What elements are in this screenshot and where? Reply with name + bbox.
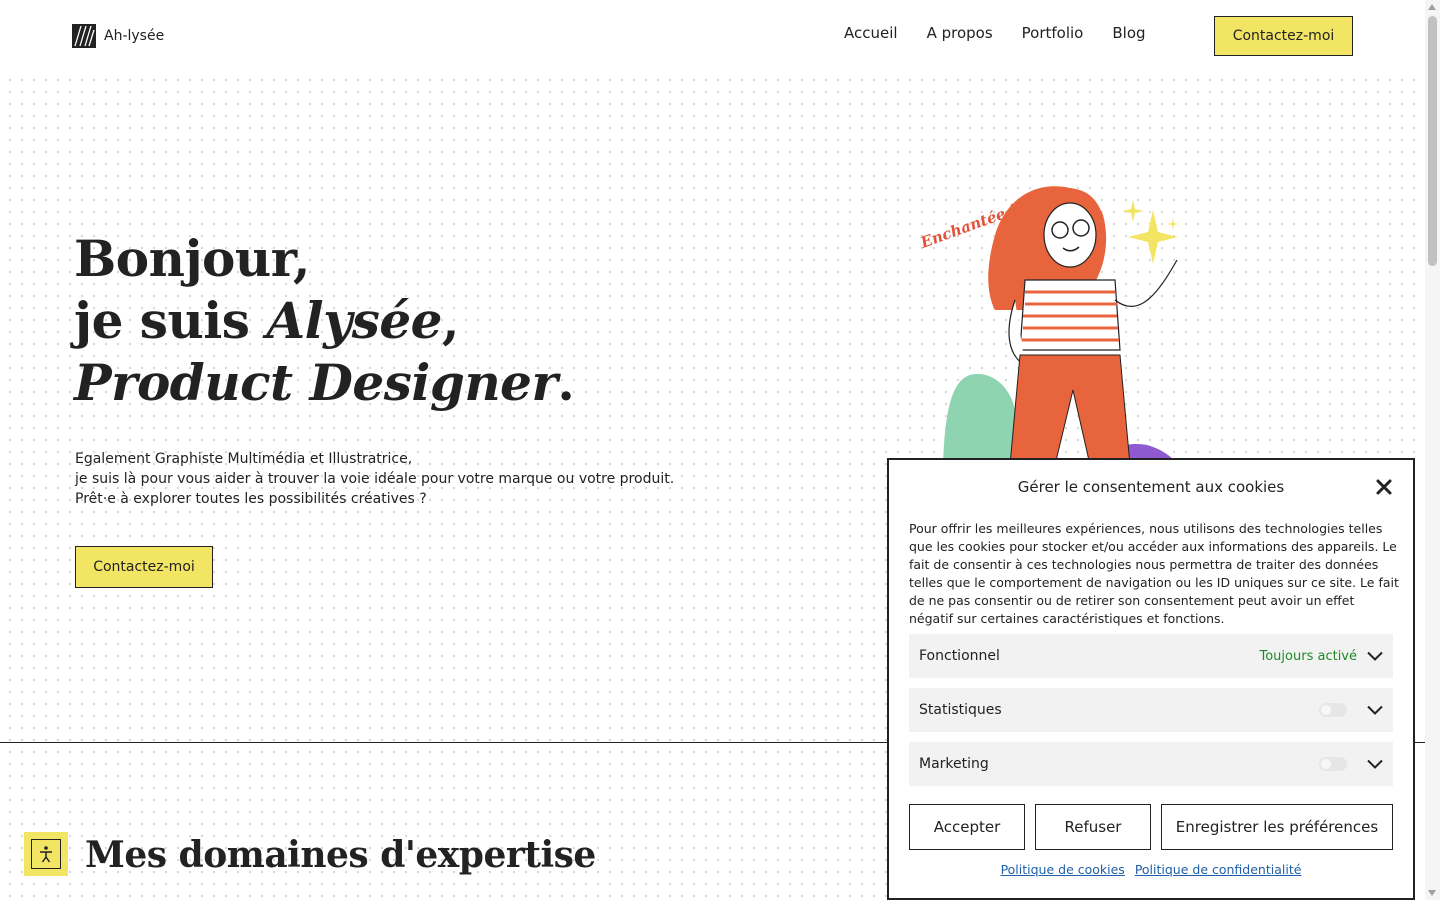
accessibility-icon [31, 839, 61, 869]
expertise-section-title: Mes domaines d'expertise [85, 834, 596, 876]
scroll-thumb[interactable] [1428, 16, 1437, 266]
hero-greeting: Bonjour, [74, 229, 310, 288]
hero-subtitle-line: Prêt·e à explorer toutes les possibilité… [75, 491, 427, 507]
cookie-consent-dialog: Gérer le consentement aux cookies Pour o… [887, 458, 1415, 900]
cookie-category-label: Marketing [919, 756, 989, 772]
cookie-category-label: Fonctionnel [919, 648, 1000, 664]
save-preferences-button[interactable]: Enregistrer les préférences [1161, 804, 1393, 850]
accept-button[interactable]: Accepter [909, 804, 1025, 850]
hero-intro-suffix: , [442, 291, 459, 350]
hero-intro-prefix: je suis [74, 291, 267, 350]
page-scrollbar[interactable] [1425, 0, 1440, 900]
cookie-actions: Accepter Refuser Enregistrer les préfére… [909, 804, 1393, 850]
nav-blog[interactable]: Blog [1112, 24, 1145, 42]
cookie-policy-links: Politique de cookies Politique de confid… [889, 862, 1413, 877]
sparkle-big-icon [1128, 210, 1178, 264]
hero-intro-line: je suis Alysée, [74, 290, 574, 352]
nav-portfolio[interactable]: Portfolio [1022, 24, 1084, 42]
pants-shape [1009, 354, 1131, 465]
sparkle-small-icon [1122, 200, 1144, 222]
close-icon[interactable] [1375, 478, 1393, 496]
right-arm-shape [1114, 259, 1178, 307]
hero-name: Alysée [266, 291, 442, 350]
statistiques-toggle[interactable] [1319, 703, 1347, 717]
chevron-down-icon[interactable] [1367, 759, 1383, 769]
scroll-down-arrow-icon[interactable] [1428, 890, 1436, 896]
marketing-toggle[interactable] [1319, 757, 1347, 771]
sparkle-tiny-icon [1167, 218, 1179, 230]
hero-title: Bonjour, je suis Alysée, Product Designe… [74, 228, 575, 414]
always-active-status: Toujours activé [1259, 648, 1358, 664]
accessibility-button[interactable] [24, 832, 68, 876]
nav-a-propos[interactable]: A propos [927, 24, 993, 42]
chevron-down-icon[interactable] [1367, 651, 1383, 661]
hero-role-suffix: . [557, 353, 575, 412]
site-header: Ah-lysée Accueil A propos Portfolio Blog… [0, 0, 1425, 70]
hero-role: Product Designer [74, 353, 558, 412]
logo-mark-icon [72, 24, 96, 48]
face-shape [1043, 202, 1097, 268]
cookie-description: Pour offrir les meilleures expériences, … [909, 521, 1399, 626]
cookie-category-statistiques[interactable]: Statistiques [909, 688, 1393, 732]
green-blob-shape [943, 374, 1020, 465]
hero-contact-button[interactable]: Contactez-moi [75, 546, 213, 588]
privacy-policy-link[interactable]: Politique de confidentialité [1135, 862, 1302, 877]
cookie-policy-link[interactable]: Politique de cookies [1001, 862, 1125, 877]
cookie-category-label: Statistiques [919, 702, 1002, 718]
scroll-up-arrow-icon[interactable] [1428, 4, 1436, 10]
hero-subtitle: Egalement Graphiste Multimédia et Illust… [75, 449, 674, 509]
nav-accueil[interactable]: Accueil [844, 24, 898, 42]
cookie-dialog-title: Gérer le consentement aux cookies [1017, 478, 1285, 496]
hero-subtitle-line: je suis là pour vous aider à trouver la … [75, 471, 675, 487]
cookie-category-marketing[interactable]: Marketing [909, 742, 1393, 786]
header-contact-button[interactable]: Contactez-moi [1214, 16, 1353, 56]
logo-text: Ah-lysée [104, 28, 165, 44]
hero-subtitle-line: Egalement Graphiste Multimédia et Illust… [75, 451, 413, 467]
site-logo[interactable]: Ah-lysée [72, 24, 164, 48]
hero-role-line: Product Designer. [74, 352, 575, 414]
refuse-button[interactable]: Refuser [1035, 804, 1151, 850]
chevron-down-icon[interactable] [1367, 705, 1383, 715]
hero-illustration: Enchantée ! [917, 186, 1179, 465]
main-nav: Accueil A propos Portfolio Blog [844, 24, 1146, 42]
cookie-category-fonctionnel[interactable]: Fonctionnel Toujours activé [909, 634, 1393, 678]
